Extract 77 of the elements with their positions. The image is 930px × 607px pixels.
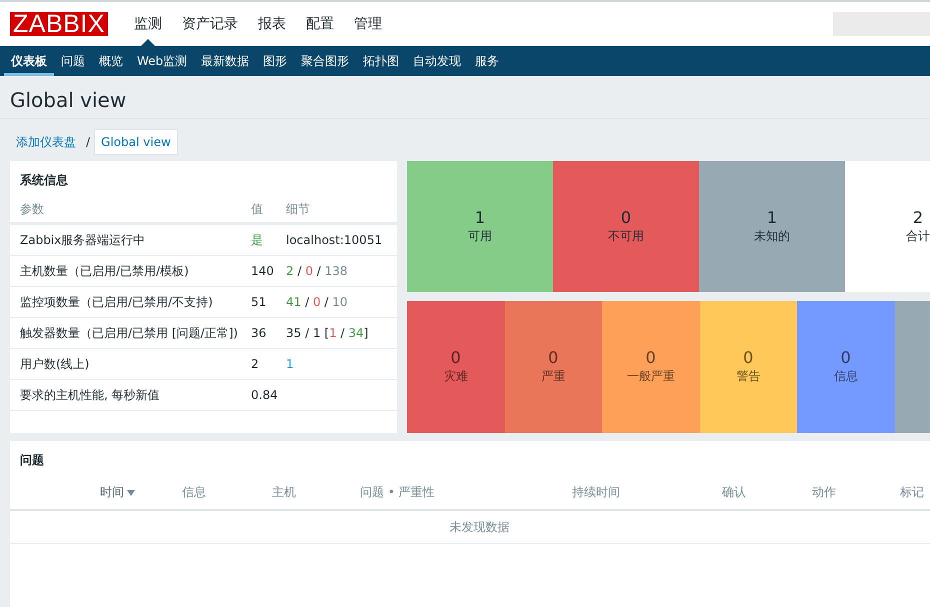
table-cell-text: 0.84 xyxy=(251,387,279,404)
severity-count: 0 xyxy=(840,349,851,367)
detail-value: 1 xyxy=(286,357,294,371)
submenu-item[interactable]: 最新数据 xyxy=(194,46,256,76)
column-header[interactable]: 动作 xyxy=(812,485,836,499)
submenu-item[interactable]: Web监测 xyxy=(130,46,194,76)
status-label: 合计 xyxy=(906,228,930,244)
submenu-item[interactable]: 概览 xyxy=(92,46,130,76)
column-header[interactable]: 标记 xyxy=(900,485,924,499)
table-cell-text: 2 xyxy=(251,356,260,373)
submenu-item[interactable]: 服务 xyxy=(468,46,506,76)
submenu-item[interactable]: 图形 xyxy=(256,46,294,76)
table-cell-text: 监控项数量（已启用/已禁用/不支持) xyxy=(19,294,214,311)
table-cell-text: 触发器数量（已启用/已禁用 [问题/正常]) xyxy=(19,325,239,342)
logo: ZABBIX xyxy=(10,12,108,36)
detail-value: / xyxy=(296,264,302,278)
severity-label: 灾难 xyxy=(444,368,468,385)
detail-value: 138 xyxy=(324,264,348,278)
detail-value: 1 xyxy=(329,326,337,340)
detail-value: / xyxy=(304,295,310,309)
severity-count: 0 xyxy=(743,349,754,367)
page-title: Global view xyxy=(0,76,930,119)
severity-label: 信息 xyxy=(834,368,858,385)
detail-value: 2 xyxy=(286,264,294,278)
detail-value: 41 xyxy=(286,295,302,309)
status-label: 未知的 xyxy=(754,228,790,244)
submenu-item[interactable]: 拓扑图 xyxy=(356,46,406,76)
status-label: 不可用 xyxy=(608,228,644,244)
detail-value: / xyxy=(316,264,322,278)
submenu-item[interactable]: 仪表板 xyxy=(4,46,54,76)
panel-title: 系统信息 xyxy=(19,172,69,189)
menu-item[interactable]: 配置 xyxy=(296,2,344,46)
detail-value: localhost:10051 xyxy=(286,233,382,247)
panel-title: 问题 xyxy=(19,452,45,469)
column-header: 参数 xyxy=(19,200,45,218)
detail-value: / xyxy=(340,326,346,340)
table-cell-text: 是 xyxy=(251,232,264,249)
breadcrumb-separator: / xyxy=(86,134,90,151)
status-count: 2 xyxy=(912,208,924,226)
status-label: 可用 xyxy=(468,228,492,244)
table-cell-text: 要求的主机性能, 每秒新值 xyxy=(19,387,161,404)
status-count: 1 xyxy=(474,208,486,226)
table-cell-text: 用户数(线上) xyxy=(19,356,90,373)
menu-item[interactable]: 报表 xyxy=(248,2,296,46)
table-cell-text: 140 xyxy=(251,263,275,280)
column-header[interactable]: 时间 xyxy=(100,485,135,499)
table-cell-text: Zabbix服务器端运行中 xyxy=(19,232,146,249)
table-cell-text: 36 xyxy=(251,325,268,342)
status-count: 1 xyxy=(766,208,778,226)
severity-label: 一般严重 xyxy=(626,368,675,385)
severity-count: 0 xyxy=(548,349,558,367)
breadcrumb-link[interactable]: Global view xyxy=(94,129,178,155)
table-cell-text: 主机数量（已启用/已禁用/模板) xyxy=(19,263,190,280)
severity-label: 严重 xyxy=(541,368,566,385)
detail-value: 10 xyxy=(332,295,348,309)
status-count: 0 xyxy=(620,208,632,226)
severity-count: 0 xyxy=(450,349,461,367)
column-header: 值 xyxy=(251,200,264,218)
column-header: 细节 xyxy=(286,200,311,218)
detail-value: ] xyxy=(364,326,368,340)
menu-item[interactable]: 资产记录 xyxy=(172,2,248,46)
submenu-item[interactable]: 问题 xyxy=(54,46,92,76)
sort-down-icon xyxy=(127,490,135,496)
detail-value: 35 / 1 [ xyxy=(286,326,330,340)
menu-item[interactable]: 监测 xyxy=(124,2,172,46)
severity-count: 0 xyxy=(646,349,656,367)
detail-value: / xyxy=(323,295,330,309)
detail-value: 0 xyxy=(305,264,313,278)
submenu-item[interactable]: 自动发现 xyxy=(406,46,468,76)
submenu-item[interactable]: 聚合图形 xyxy=(294,46,356,76)
detail-value: 0 xyxy=(312,295,321,309)
severity-label: 警告 xyxy=(736,368,760,385)
detail-value: 34 xyxy=(348,326,364,340)
empty-message: 未发现数据 xyxy=(450,520,510,534)
table-cell-text: 51 xyxy=(251,294,268,311)
breadcrumb-link[interactable]: 添加仪表盘 xyxy=(10,130,82,154)
menu-item[interactable]: 管理 xyxy=(344,2,392,46)
